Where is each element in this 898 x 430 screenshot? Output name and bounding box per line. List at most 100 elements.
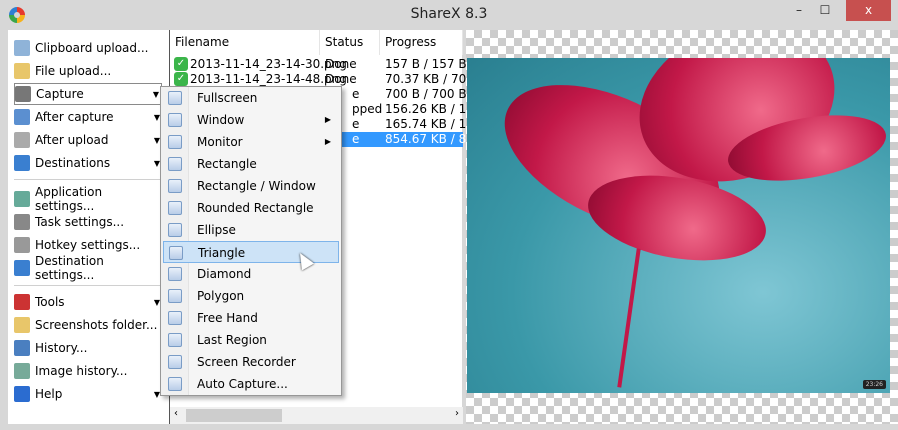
sidebar-item-screenshots-folder[interactable]: Screenshots folder... — [14, 314, 162, 336]
column-status[interactable]: Status — [320, 30, 380, 55]
last-region-icon — [168, 333, 182, 347]
menu-item-triangle[interactable]: Triangle — [163, 241, 339, 263]
menu-item-label: Rounded Rectangle — [197, 201, 314, 215]
sidebar-item-hotkey-settings[interactable]: Hotkey settings... — [14, 234, 162, 256]
sidebar-item-image-history[interactable]: Image history... — [14, 360, 162, 382]
scrollbar-thumb[interactable] — [186, 409, 282, 422]
polygon-icon — [168, 289, 182, 303]
sidebar-item-label: Help — [35, 387, 63, 401]
after-capture-icon — [14, 109, 30, 125]
divider — [14, 285, 162, 286]
progress-cell: 157 B / 157 B — [385, 57, 467, 71]
scroll-right-icon[interactable]: › — [455, 408, 459, 419]
sidebar-item-destinations[interactable]: Destinations ▼ — [14, 152, 162, 174]
settings-icon — [14, 191, 30, 207]
sidebar-item-after-capture[interactable]: After capture ▼ — [14, 106, 162, 128]
sidebar-item-label: After capture — [35, 110, 114, 124]
sidebar-item-label: Screenshots folder... — [35, 318, 158, 332]
table-row[interactable]: ✓ 2013-11-14_23-14-30.png Done 157 B / 157 … — [170, 57, 467, 72]
filename-cell: 2013-11-14_23-14-30.png — [190, 57, 347, 71]
capture-menu: Fullscreen Window ▶ Monitor ▶ Rectangle Rectan… — [160, 86, 342, 396]
cloud-icon — [14, 132, 30, 148]
menu-item-last-region[interactable]: Last Region — [163, 329, 339, 351]
sidebar-item-destination-settings[interactable]: Destination settings... — [14, 254, 162, 282]
submenu-arrow-icon: ▶ — [324, 115, 331, 124]
sidebar-item-help[interactable]: Help ▼ — [14, 383, 162, 405]
fullscreen-icon — [168, 91, 182, 105]
sidebar-item-label: After upload — [35, 133, 109, 147]
menu-item-fullscreen[interactable]: Fullscreen — [163, 87, 339, 109]
column-filename[interactable]: Filename — [170, 30, 320, 55]
toolbox-icon — [14, 294, 30, 310]
menu-item-label: Ellipse — [197, 223, 236, 237]
sidebar-item-capture[interactable]: Capture ▼ — [14, 83, 162, 105]
menu-item-polygon[interactable]: Polygon — [163, 285, 339, 307]
menu-item-window[interactable]: Window ▶ — [163, 109, 339, 131]
sidebar-item-label: Destination settings... — [35, 254, 104, 282]
timestamp-badge: 23:26 — [862, 380, 886, 389]
auto-capture-icon — [168, 377, 182, 391]
folder-icon — [14, 63, 30, 79]
menu-item-auto-capture[interactable]: Auto Capture... — [163, 373, 339, 395]
sidebar-item-application-settings[interactable]: Application settings... — [14, 185, 162, 213]
wrench-icon — [14, 214, 30, 230]
sidebar-item-label: Hotkey settings... — [35, 238, 141, 252]
folder-icon — [14, 317, 30, 333]
sidebar-item-label: Application settings... — [35, 185, 103, 213]
sidebar-item-label: Task settings... — [35, 215, 125, 229]
sidebar-item-label: Image history... — [35, 364, 128, 378]
menu-item-label: Screen Recorder — [197, 355, 296, 369]
column-progress[interactable]: Progress — [380, 30, 463, 55]
menu-item-label: Polygon — [197, 289, 245, 303]
preview-photo[interactable]: 23:26 — [467, 58, 890, 393]
diamond-icon — [168, 267, 182, 281]
table-row[interactable]: ✓ 2013-11-14_23-14-48.png Done 70.37 KB / 7… — [170, 72, 478, 87]
sidebar: Clipboard upload... File upload... Capture… — [8, 30, 169, 424]
sidebar-item-label: Capture — [36, 87, 84, 101]
menu-item-label: Last Region — [197, 333, 267, 347]
menu-item-ellipse[interactable]: Ellipse — [163, 219, 339, 241]
sidebar-item-label: Tools — [35, 295, 65, 309]
rectangle-icon — [168, 157, 182, 171]
menu-item-free-hand[interactable]: Free Hand — [163, 307, 339, 329]
minimize-button[interactable]: – — [786, 0, 812, 21]
check-icon: ✓ — [174, 72, 188, 86]
menu-item-label: Rectangle / Window — [197, 179, 316, 193]
clipboard-icon — [14, 40, 30, 56]
title-bar: ShareX 8.3 – ☐ x — [0, 0, 898, 30]
sidebar-item-history[interactable]: History... — [14, 337, 162, 359]
scroll-left-icon[interactable]: ‹ — [174, 408, 178, 419]
sidebar-item-file-upload[interactable]: File upload... — [14, 60, 162, 82]
sidebar-item-label: Clipboard upload... — [35, 41, 149, 55]
menu-item-rectangle-window[interactable]: Rectangle / Window — [163, 175, 339, 197]
sidebar-item-after-upload[interactable]: After upload ▼ — [14, 129, 162, 151]
sidebar-item-label: Destinations — [35, 156, 111, 170]
globe-icon — [14, 155, 30, 171]
sidebar-item-label: History... — [35, 341, 88, 355]
horizontal-scrollbar[interactable]: ‹ › — [170, 407, 463, 424]
menu-item-label: Free Hand — [197, 311, 258, 325]
status-cell: e — [352, 117, 360, 131]
sidebar-item-label: File upload... — [35, 64, 112, 78]
menu-item-screen-recorder[interactable]: Screen Recorder — [163, 351, 339, 373]
help-icon — [14, 386, 30, 402]
sidebar-item-tools[interactable]: Tools ▼ — [14, 291, 162, 313]
menu-item-monitor[interactable]: Monitor ▶ — [163, 131, 339, 153]
menu-item-rectangle[interactable]: Rectangle — [163, 153, 339, 175]
sidebar-item-clipboard-upload[interactable]: Clipboard upload... — [14, 37, 162, 59]
check-icon: ✓ — [174, 57, 188, 71]
maximize-button[interactable]: ☐ — [812, 0, 838, 21]
monitor-icon — [168, 135, 182, 149]
menu-item-label: Fullscreen — [197, 91, 258, 105]
menu-item-label: Rectangle — [197, 157, 257, 171]
close-button[interactable]: x — [846, 0, 891, 21]
status-cell: Done — [325, 57, 357, 71]
status-cell: pped — [352, 102, 383, 116]
sidebar-item-task-settings[interactable]: Task settings... — [14, 211, 162, 233]
menu-item-diamond[interactable]: Diamond — [163, 263, 339, 285]
menu-item-rounded-rectangle[interactable]: Rounded Rectangle — [163, 197, 339, 219]
rectangle-window-icon — [168, 179, 182, 193]
camera-icon — [15, 86, 31, 102]
submenu-arrow-icon: ▶ — [324, 137, 331, 146]
triangle-icon — [169, 246, 183, 260]
